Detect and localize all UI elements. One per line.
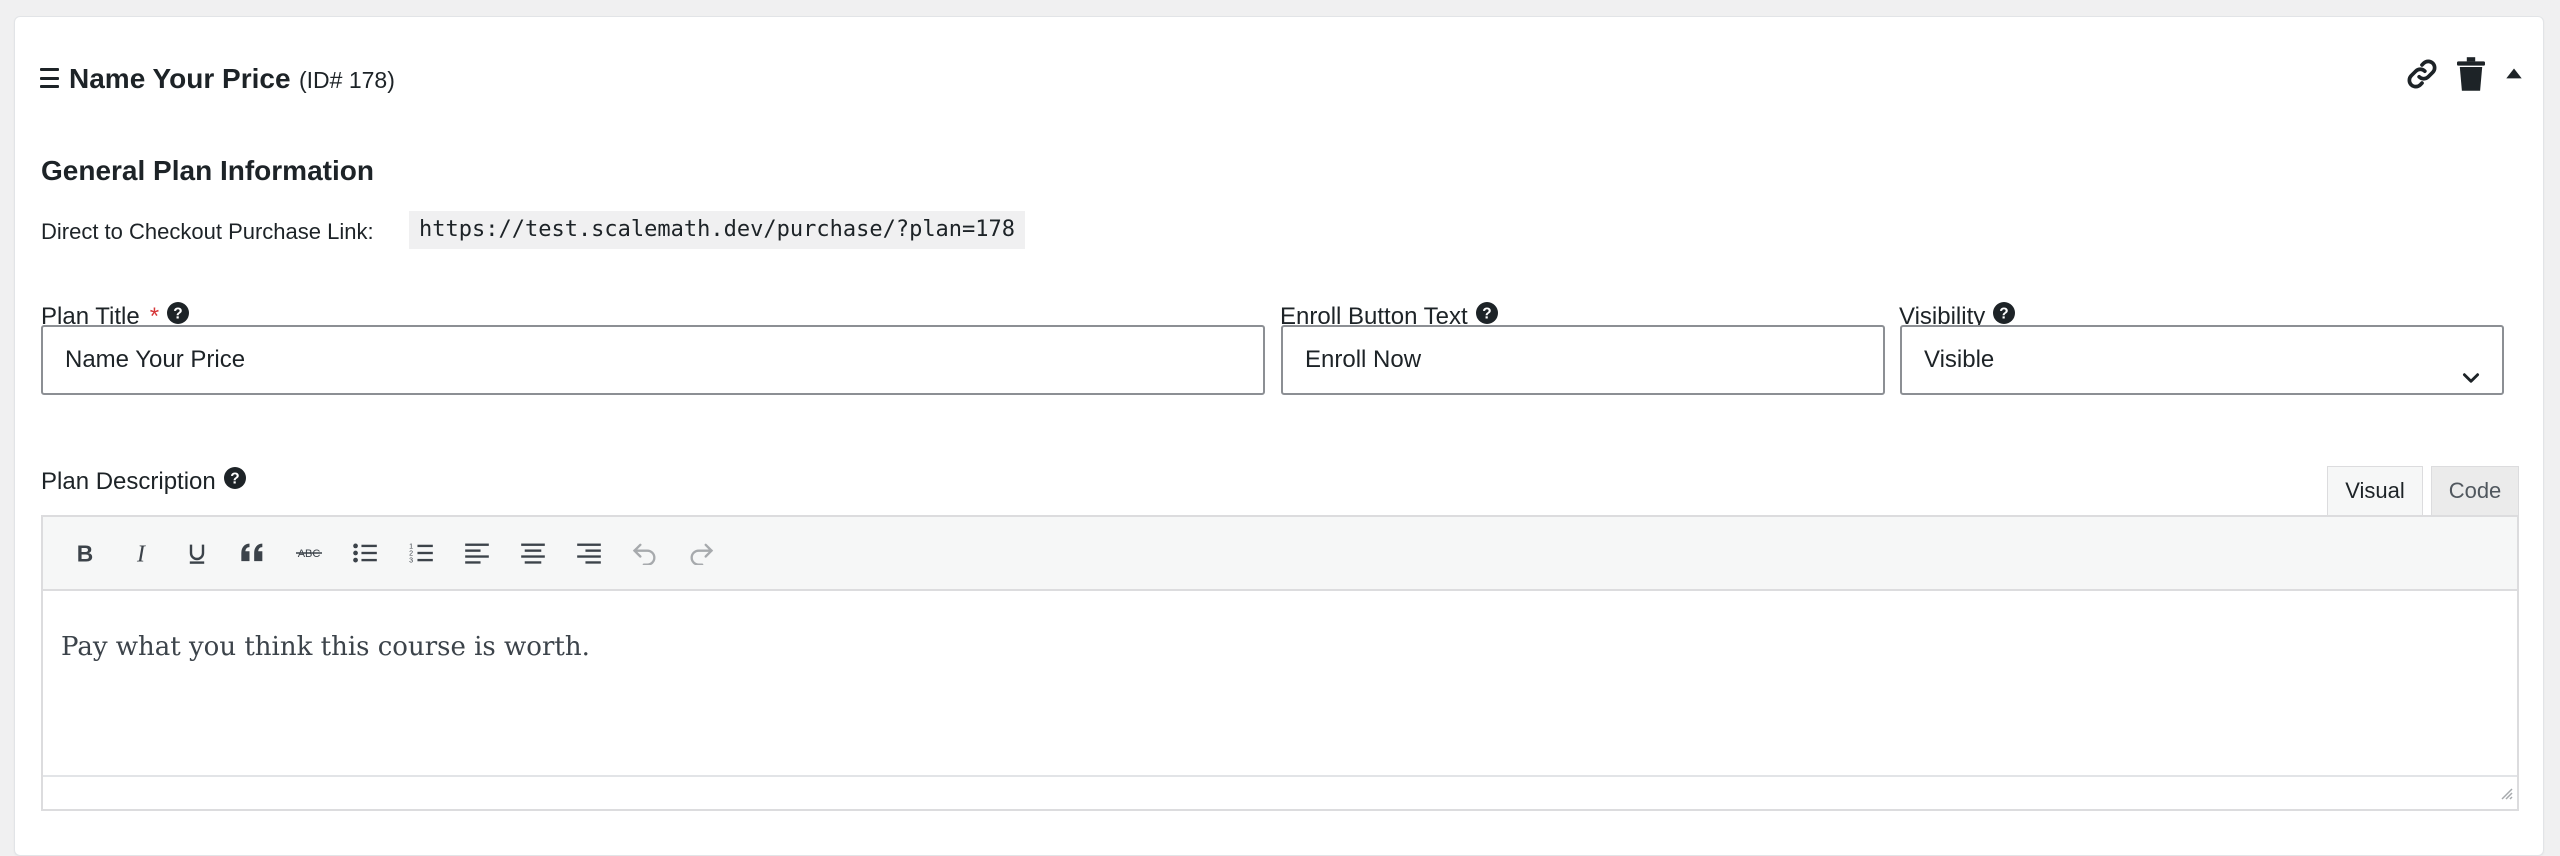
- tab-code[interactable]: Code: [2431, 466, 2519, 516]
- plan-description-label: Plan Description ?: [41, 466, 246, 498]
- svg-text:?: ?: [1482, 306, 1491, 323]
- header-actions: [2405, 57, 2525, 91]
- align-left-icon[interactable]: [449, 525, 505, 581]
- bold-icon[interactable]: B: [57, 525, 113, 581]
- description-editor: B I ABC 123 Pay what you think this cour…: [41, 515, 2519, 811]
- svg-text:3: 3: [409, 556, 413, 564]
- editor-statusbar: [43, 775, 2517, 809]
- align-right-icon[interactable]: [561, 525, 617, 581]
- svg-text:ABC: ABC: [298, 548, 321, 560]
- plan-id-text: (ID# 178): [299, 67, 395, 93]
- svg-text:?: ?: [2000, 306, 2009, 323]
- editor-toolbar: B I ABC 123: [43, 517, 2517, 591]
- blockquote-icon[interactable]: [225, 525, 281, 581]
- enroll-button-input[interactable]: Enroll Now: [1281, 325, 1885, 395]
- hamburger-icon[interactable]: [40, 68, 60, 88]
- align-center-icon[interactable]: [505, 525, 561, 581]
- underline-icon[interactable]: [169, 525, 225, 581]
- plan-title-input[interactable]: Name Your Price: [41, 325, 1265, 395]
- numbered-list-icon[interactable]: 123: [393, 525, 449, 581]
- italic-icon[interactable]: I: [113, 525, 169, 581]
- link-icon[interactable]: [2405, 57, 2439, 91]
- caret-up-icon[interactable]: [2503, 63, 2525, 85]
- section-title: General Plan Information: [41, 155, 374, 186]
- svg-text:?: ?: [230, 471, 239, 488]
- plan-name-heading: Name Your Price: [69, 63, 291, 94]
- visibility-select[interactable]: Visible: [1900, 325, 2504, 395]
- bullet-list-icon[interactable]: [337, 525, 393, 581]
- plan-panel: Name Your Price (ID# 178) General Plan I…: [14, 16, 2544, 856]
- plan-description-label-text: Plan Description: [41, 468, 216, 495]
- svg-text:I: I: [136, 541, 146, 565]
- svg-text:B: B: [77, 541, 93, 565]
- visibility-selected-value: Visible: [1924, 346, 1995, 373]
- chevron-down-icon: [2460, 349, 2482, 415]
- trash-icon[interactable]: [2457, 57, 2485, 91]
- svg-text:?: ?: [173, 306, 182, 323]
- tab-visual[interactable]: Visual: [2327, 466, 2423, 516]
- help-icon[interactable]: ?: [223, 466, 246, 498]
- checkout-link-url[interactable]: https://test.scalemath.dev/purchase/?pla…: [409, 211, 1026, 249]
- checkout-link-label: Direct to Checkout Purchase Link:: [41, 219, 374, 244]
- editor-content[interactable]: Pay what you think this course is worth.: [61, 629, 590, 665]
- redo-icon[interactable]: [673, 525, 729, 581]
- strikethrough-icon[interactable]: ABC: [281, 525, 337, 581]
- undo-icon[interactable]: [617, 525, 673, 581]
- resize-handle-icon[interactable]: [2497, 784, 2513, 805]
